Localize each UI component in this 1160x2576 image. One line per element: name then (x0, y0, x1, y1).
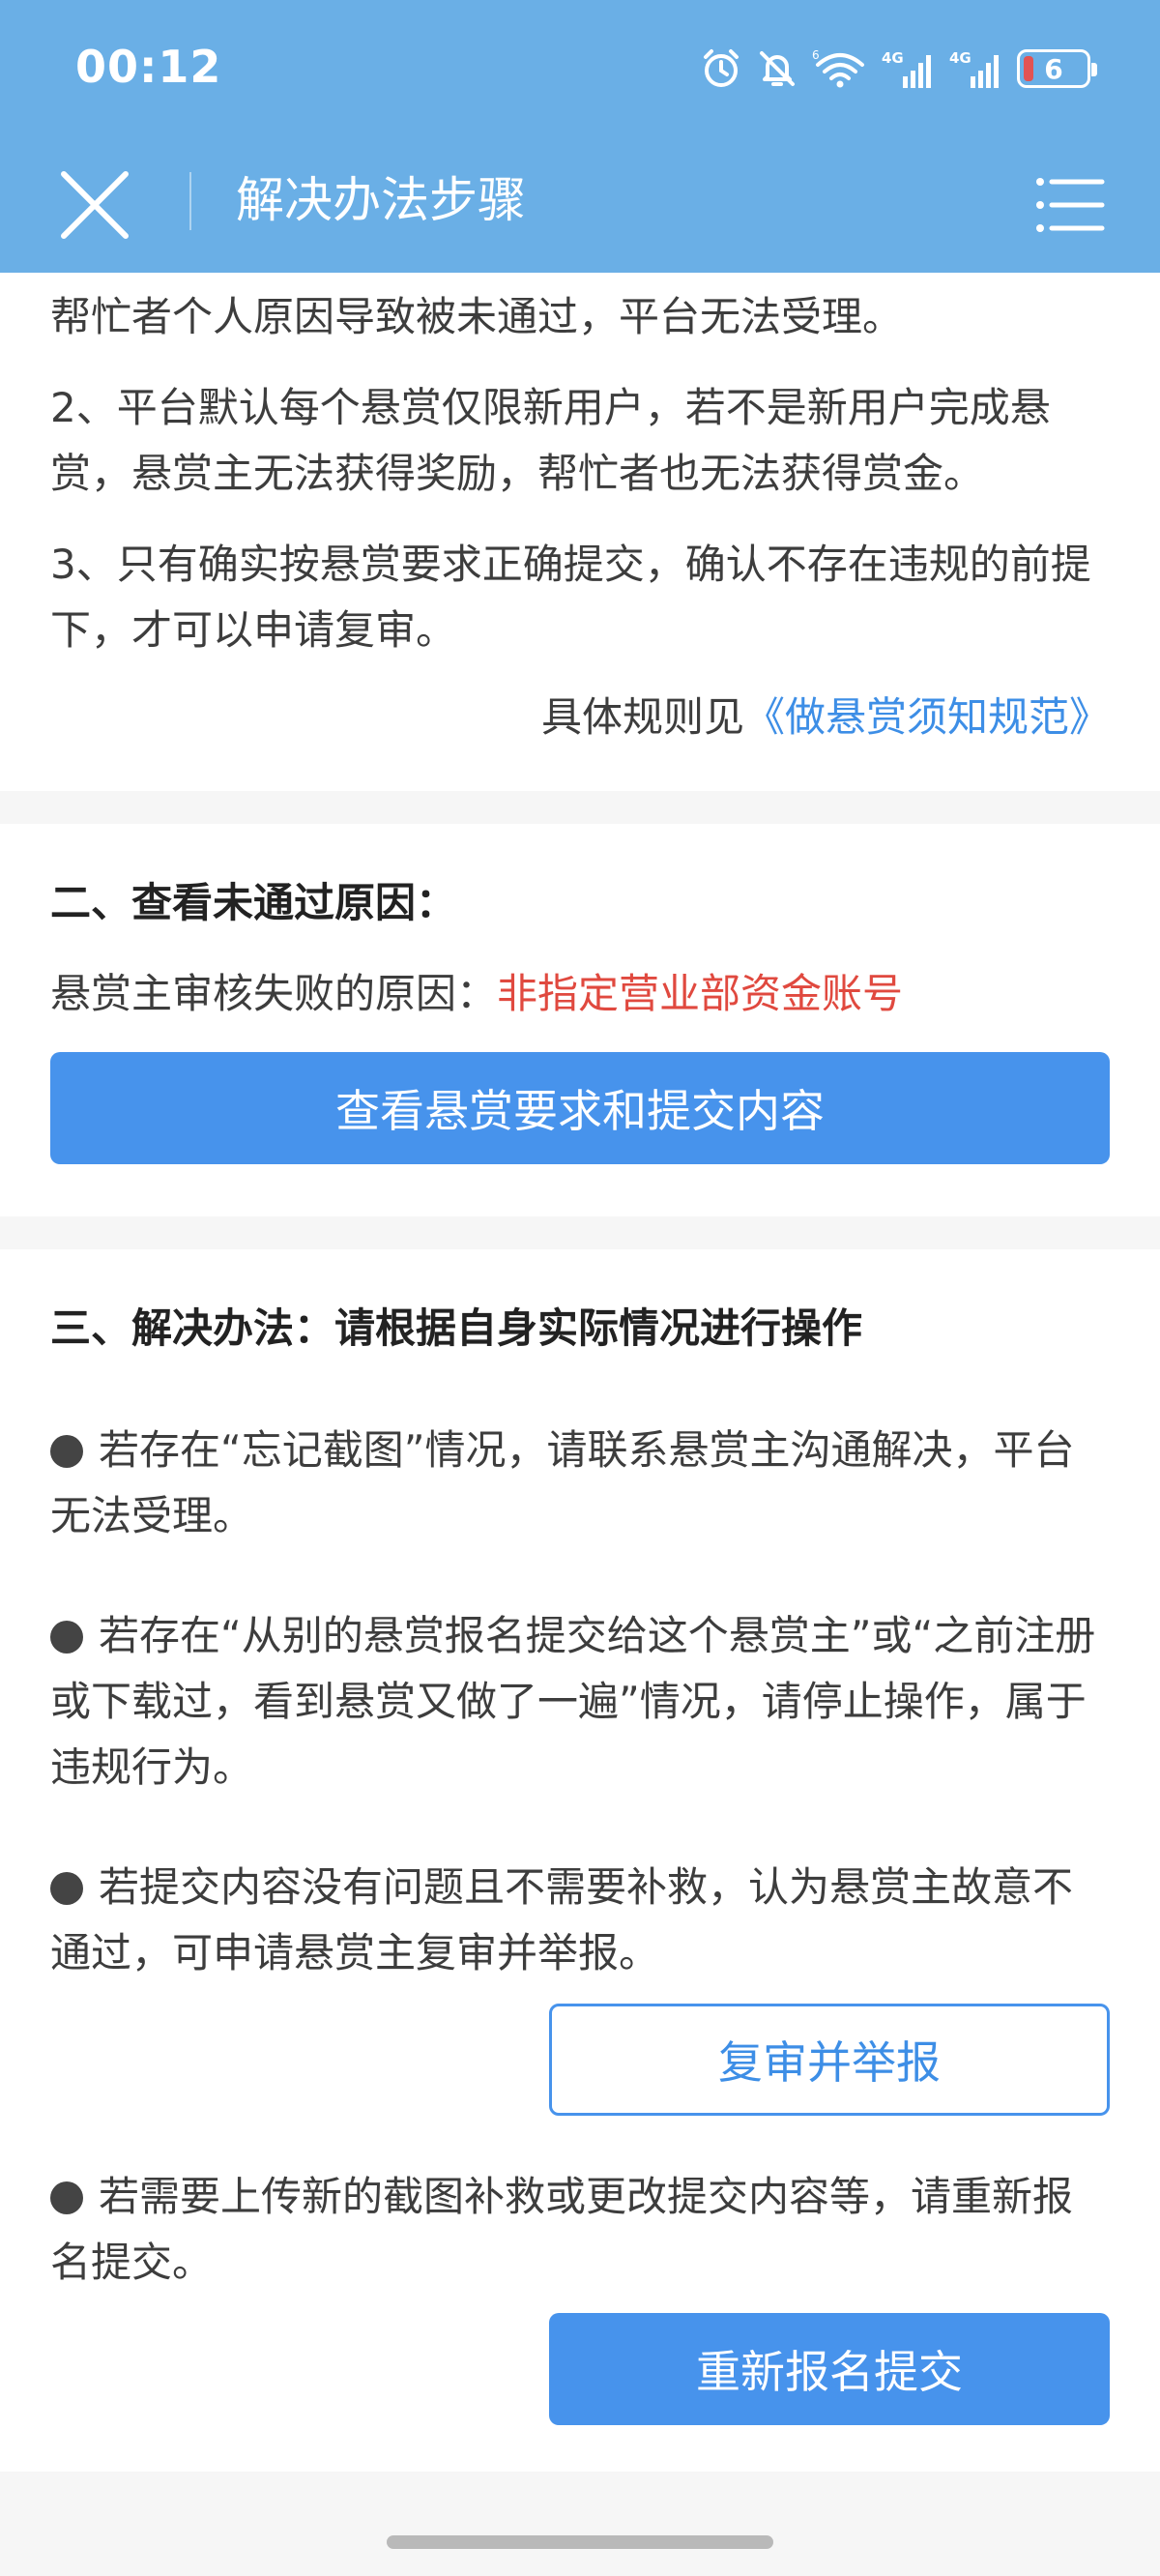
reason-heading: 二、查看未通过原因： (50, 879, 457, 926)
section-gap (0, 1216, 1160, 1249)
battery-level: 6 (1044, 52, 1063, 85)
wifi-icon: 6 (812, 48, 864, 88)
rules-link[interactable]: 《做悬赏须知规范》 (744, 693, 1110, 741)
battery-level-fill (1024, 56, 1033, 81)
content: 帮忙者个人原因导致被未通过，平台无法受理。 2、平台默认每个悬赏仅限新用户，若不… (0, 273, 1160, 2475)
signal-4g-icon-2: 4G (949, 49, 999, 88)
status-bar: 00:12 6 4G 4G 6 (0, 0, 1160, 143)
solution-bullet-4: 若需要上传新的截图补救或更改提交内容等，请重新报名提交。 (50, 2164, 1110, 2296)
bullet-dot (50, 1435, 83, 1468)
mute-icon (760, 51, 795, 86)
solution-bullet-1: 若存在“忘记截图”情况，请联系悬赏主沟通解决，平台无法受理。 (50, 1418, 1110, 1549)
status-icons: 6 4G 4G 6 (700, 44, 1097, 93)
rule-reference: 具体规则见《做悬赏须知规范》 (50, 685, 1110, 750)
review-report-button[interactable]: 复审并举报 (549, 2004, 1110, 2116)
navigation-bar: 解决办法步骤 (0, 143, 1160, 273)
solution-bullet-3-text: 若提交内容没有问题且不需要补救，认为悬赏主故意不通过，可申请悬赏主复审并举报。 (50, 1863, 1074, 1976)
bottom-area (0, 2472, 1160, 2576)
svg-text:4G: 4G (949, 49, 972, 67)
rule-item-3: 3、只有确实按悬赏要求正确提交，确认不存在违规的前提下，才可以申请复审。 (50, 541, 1091, 654)
signal-4g-icon: 4G (882, 49, 931, 88)
page-title: 解决办法步骤 (236, 172, 526, 228)
solution-bullet-2: 若存在“从别的悬赏报名提交给这个悬赏主”或“之前注册或下载过，看到悬赏又做了一遍… (50, 1603, 1110, 1800)
menu-icon[interactable] (1032, 168, 1106, 242)
solution-bullet-3: 若提交内容没有问题且不需要补救，认为悬赏主故意不通过，可申请悬赏主复审并举报。 (50, 1855, 1110, 1986)
nav-divider (189, 172, 191, 230)
rules-card: 帮忙者个人原因导致被未通过，平台无法受理。 2、平台默认每个悬赏仅限新用户，若不… (0, 273, 1160, 791)
battery-icon: 6 (1017, 49, 1097, 88)
bullet-dot (50, 1621, 83, 1654)
solution-bullet-2-text: 若存在“从别的悬赏报名提交给这个悬赏主”或“之前注册或下载过，看到悬赏又做了一遍… (50, 1612, 1096, 1791)
solution-heading: 三、解决办法：请根据自身实际情况进行操作 (50, 1304, 863, 1352)
solution-bullet-1-text: 若存在“忘记截图”情况，请联系悬赏主沟通解决，平台无法受理。 (50, 1426, 1075, 1539)
home-indicator[interactable] (387, 2535, 773, 2549)
section-gap (0, 791, 1160, 824)
svg-text:4G: 4G (882, 49, 904, 67)
view-submission-button[interactable]: 查看悬赏要求和提交内容 (50, 1052, 1110, 1164)
solution-bullet-4-text: 若需要上传新的截图补救或更改提交内容等，请重新报名提交。 (50, 2173, 1074, 2286)
reason-line: 悬赏主审核失败的原因：非指定营业部资金账号 (50, 961, 1110, 1027)
top-bar: 00:12 6 4G 4G 6 解决办法步骤 (0, 0, 1160, 273)
rule-reference-prefix: 具体规则见 (540, 693, 744, 741)
resubmit-button[interactable]: 重新报名提交 (549, 2313, 1110, 2425)
reason-label: 悬赏主审核失败的原因： (50, 970, 498, 1017)
resubmit-button-row: 重新报名提交 (50, 2313, 1110, 2425)
solution-card: 三、解决办法：请根据自身实际情况进行操作 若存在“忘记截图”情况，请联系悬赏主沟… (0, 1249, 1160, 2475)
reason-value: 非指定营业部资金账号 (497, 970, 904, 1017)
svg-text:6: 6 (812, 48, 820, 62)
review-button-row: 复审并举报 (50, 2004, 1110, 2116)
alarm-icon (704, 49, 739, 87)
rule-item-2: 2、平台默认每个悬赏仅限新用户，若不是新用户完成悬赏，悬赏主无法获得奖励，帮忙者… (50, 384, 1051, 497)
reason-card: 二、查看未通过原因： 悬赏主审核失败的原因：非指定营业部资金账号 查看悬赏要求和… (0, 824, 1160, 1216)
bullet-dot (50, 1872, 83, 1905)
rule-line-1: 帮忙者个人原因导致被未通过，平台无法受理。 (50, 293, 904, 340)
bullet-dot (50, 2181, 83, 2214)
status-time: 00:12 (75, 41, 222, 93)
close-icon[interactable] (54, 164, 135, 246)
